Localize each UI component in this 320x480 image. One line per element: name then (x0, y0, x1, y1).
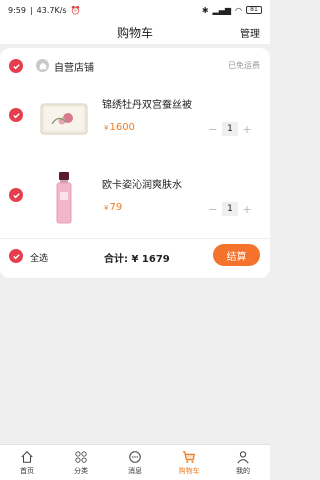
item-checkbox[interactable] (9, 188, 23, 202)
shop-row: 自营店铺 已免运费 (0, 56, 270, 76)
check-icon (12, 192, 20, 198)
shipping-status: 已免运费 (228, 61, 260, 70)
increase-button[interactable]: + (242, 123, 252, 136)
battery-icon: 81 (246, 6, 262, 14)
tab-label: 首页 (20, 466, 34, 475)
status-separator: | (29, 5, 33, 15)
bottom-tab-bar: 首页 分类 消息 购物车 我的 (0, 444, 270, 480)
product-image-silk-quilt[interactable] (38, 92, 90, 144)
decrease-button[interactable]: − (208, 203, 218, 216)
tab-label: 消息 (128, 466, 142, 475)
tab-messages[interactable]: 消息 (108, 445, 162, 480)
product-name[interactable]: 欧卡姿沁润爽肤水 (102, 176, 182, 191)
quantity-value[interactable]: 1 (222, 202, 238, 216)
shop-checkbox[interactable] (9, 59, 23, 73)
cart-card: 自营店铺 已免运费 锦绣牡丹双宫蚕丝被 ¥1600 − 1 + 欧卡姿沁润爽肤水… (0, 48, 270, 278)
manage-button[interactable]: 管理 (240, 25, 260, 40)
battery-level: 81 (250, 6, 258, 13)
category-icon (75, 450, 87, 463)
quantity-stepper: − 1 + (208, 202, 252, 216)
clock: 9:59 (8, 5, 26, 15)
signal-icon: ▂▄▆ (212, 5, 232, 15)
tab-cart[interactable]: 购物车 (162, 445, 216, 480)
product-price: ¥1600 (104, 122, 135, 133)
quantity-stepper: − 1 + (208, 122, 252, 136)
tab-label: 我的 (236, 466, 250, 475)
tab-label: 分类 (74, 466, 88, 475)
status-bar: 9:59 | 43.7K/s ⏰ ✱ ▂▄▆ ◠ 81 (0, 0, 270, 20)
network-speed: 43.7K/s (36, 5, 67, 15)
cart-item: 锦绣牡丹双宫蚕丝被 ¥1600 − 1 + (0, 92, 270, 156)
check-icon (12, 253, 20, 259)
tab-home[interactable]: 首页 (0, 445, 54, 480)
currency-symbol: ¥ (104, 124, 109, 132)
wifi-icon: ◠ (235, 5, 242, 15)
home-icon (21, 450, 33, 463)
user-icon (237, 450, 249, 463)
cart-icon (182, 450, 195, 463)
shop-name[interactable]: 自营店铺 (54, 59, 94, 74)
decrease-button[interactable]: − (208, 123, 218, 136)
check-icon (12, 63, 20, 69)
total-price: 合计: ¥ 1679 (104, 254, 170, 265)
bluetooth-icon: ✱ (201, 5, 209, 15)
check-icon (12, 112, 20, 118)
product-name[interactable]: 锦绣牡丹双宫蚕丝被 (102, 96, 192, 111)
message-icon (129, 450, 141, 463)
select-all-checkbox[interactable] (9, 249, 23, 263)
shop-icon (36, 59, 49, 72)
checkout-bar: 全选 合计: ¥ 1679 结算 (0, 244, 270, 270)
price-value: 1600 (109, 122, 135, 133)
currency-symbol: ¥ (104, 204, 109, 212)
increase-button[interactable]: + (242, 203, 252, 216)
header: 购物车 管理 (0, 20, 270, 44)
price-value: 79 (109, 202, 123, 213)
page-title: 购物车 (116, 25, 153, 40)
alarm-icon: ⏰ (70, 5, 81, 15)
cart-item: 欧卡姿沁润爽肤水 ¥79 − 1 + (0, 172, 270, 236)
product-image-toner[interactable] (38, 172, 90, 224)
checkout-button[interactable]: 结算 (213, 244, 260, 266)
divider (0, 238, 270, 239)
quantity-value[interactable]: 1 (222, 122, 238, 136)
tab-category[interactable]: 分类 (54, 445, 108, 480)
select-all-label[interactable]: 全选 (30, 251, 48, 264)
tab-profile[interactable]: 我的 (216, 445, 270, 480)
item-checkbox[interactable] (9, 108, 23, 122)
product-price: ¥79 (104, 202, 122, 213)
tab-label: 购物车 (178, 466, 200, 475)
